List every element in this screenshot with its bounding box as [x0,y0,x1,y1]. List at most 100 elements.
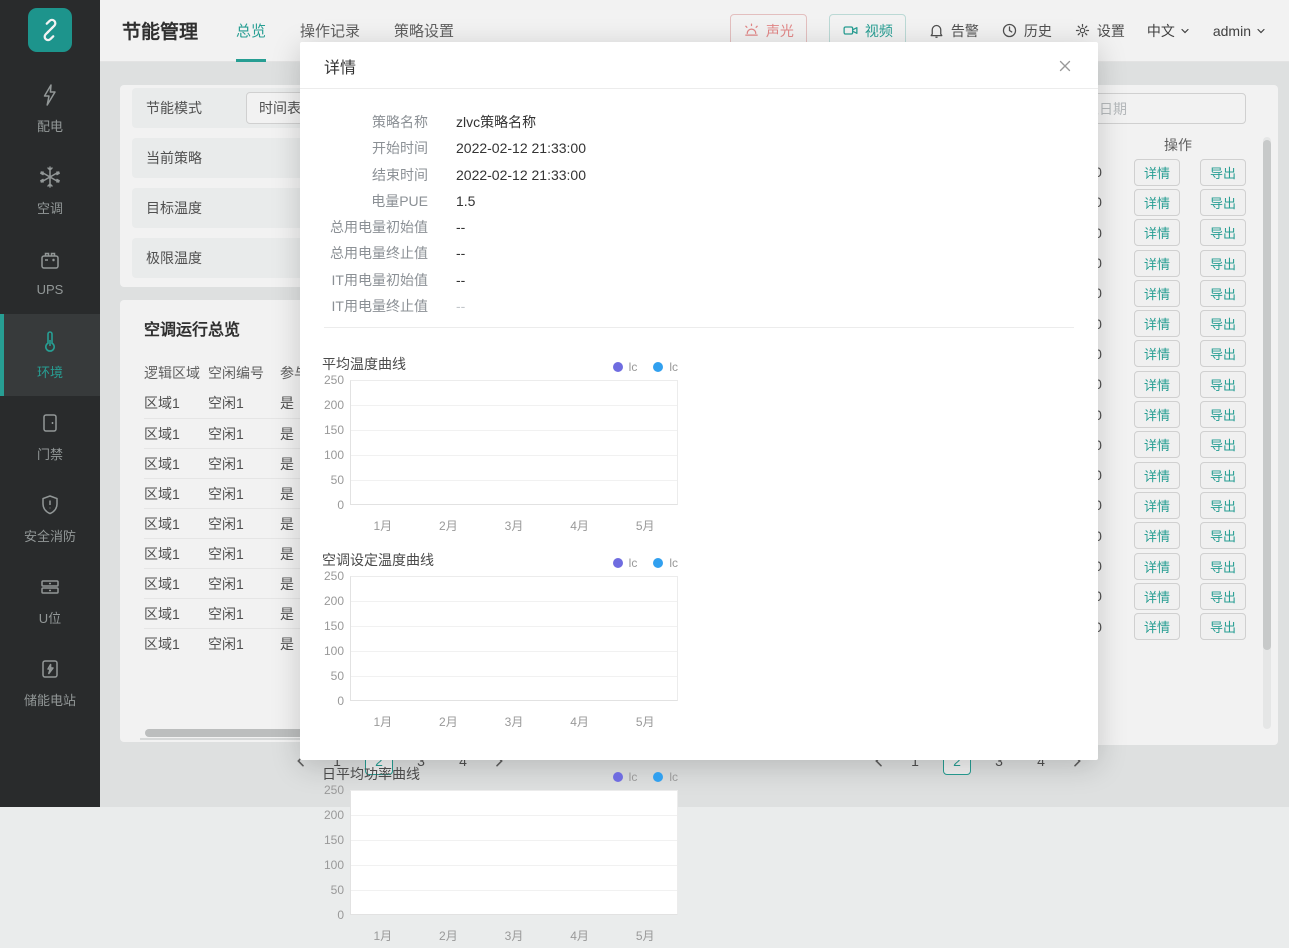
field-value: 1.5 [456,188,475,214]
modal-header: 详情 [300,42,1098,89]
plot-area [350,576,678,701]
gridline [351,627,677,652]
chart-legend: lc lc [613,556,678,570]
x-axis-tick: 5月 [612,713,678,730]
field-value: -- [456,240,465,266]
y-axis-tick: 150 [324,833,344,847]
legend-item[interactable]: lc [613,360,638,374]
y-axis-tick: 200 [324,398,344,412]
gridline [351,406,677,431]
gridline [351,577,677,602]
x-axis-tick: 1月 [350,517,416,534]
legend-label: lc [669,360,678,374]
gridline [351,456,677,481]
field-value: zlvc策略名称 [456,109,536,135]
gridline [351,816,677,841]
gridline [351,481,677,505]
gridline [351,841,677,866]
plot-area [350,380,678,505]
field-value: 2022-02-12 21:33:00 [456,135,586,161]
x-axis-tick: 2月 [416,927,482,944]
chart-legend: lc lc [613,360,678,374]
chart-title: 空调设定温度曲线 [322,550,434,570]
detail-field: 电量PUE 1.5 [324,188,1074,214]
x-axis-tick: 5月 [612,517,678,534]
legend-item[interactable]: lc [613,556,638,570]
x-axis-tick: 3月 [481,713,547,730]
legend-label: lc [629,556,638,570]
legend-item[interactable]: lc [653,360,678,374]
detail-fields: 策略名称 zlvc策略名称 开始时间 2022-02-12 21:33:00 结… [300,89,1098,319]
y-axis-tick: 200 [324,808,344,822]
y-axis-tick: 0 [337,694,344,708]
x-axis-tick: 4月 [547,927,613,944]
x-axis: 1月2月3月4月5月 [350,922,678,948]
x-axis-tick: 4月 [547,517,613,534]
x-axis-tick: 5月 [612,927,678,944]
y-axis-tick: 250 [324,373,344,387]
plot-area [350,790,678,915]
legend-label: lc [629,360,638,374]
legend-item[interactable]: lc [613,770,638,784]
chart-ac-set-temperature: 空调设定温度曲线 lc lc 250200150100500 [322,538,678,734]
details-modal: 详情 策略名称 zlvc策略名称 开始时间 2022-02-12 21:33:0… [300,42,1098,760]
legend-item[interactable]: lc [653,770,678,784]
y-axis-tick: 250 [324,783,344,797]
legend-label: lc [669,556,678,570]
chart-title: 日平均功率曲线 [322,764,420,784]
gridline [351,891,677,915]
detail-field: IT用电量终止值 -- [324,293,1074,319]
chart-title: 平均温度曲线 [322,354,406,374]
y-axis-tick: 0 [337,498,344,512]
close-icon[interactable] [1056,57,1074,75]
y-axis-tick: 100 [324,644,344,658]
field-value: 2022-02-12 21:33:00 [456,162,586,188]
field-label: 总用电量初始值 [324,214,428,240]
gridline [351,791,677,816]
gridline [351,652,677,677]
y-axis-tick: 150 [324,423,344,437]
field-label: 开始时间 [324,135,428,161]
detail-field: IT用电量初始值 -- [324,267,1074,293]
field-label: 总用电量终止值 [324,240,428,266]
detail-field: 总用电量初始值 -- [324,214,1074,240]
legend-dot-icon [613,558,623,568]
modal-title: 详情 [324,54,356,78]
legend-dot-icon [613,772,623,782]
detail-field: 结束时间 2022-02-12 21:33:00 [324,162,1074,188]
field-label: IT用电量初始值 [324,267,428,293]
detail-field: 开始时间 2022-02-12 21:33:00 [324,135,1074,161]
field-value: -- [456,293,465,319]
x-axis: 1月2月3月4月5月 [350,708,678,734]
x-axis-tick: 4月 [547,713,613,730]
field-label: 电量PUE [324,188,428,214]
gridline [351,866,677,891]
x-axis-tick: 1月 [350,927,416,944]
field-value: -- [456,214,465,240]
chart-average-temperature: 平均温度曲线 lc lc 250 200 150 100 50 0 [322,342,678,538]
charts-section: 平均温度曲线 lc lc 250 200 150 100 50 0 [300,328,1098,948]
y-axis-tick: 100 [324,448,344,462]
y-axis-tick: 250 [324,569,344,583]
y-axis-tick: 200 [324,594,344,608]
y-axis: 250 200 150 100 50 0 [322,373,350,512]
field-label: IT用电量终止值 [324,293,428,319]
x-axis: 1月2月3月4月5月 [350,512,678,538]
y-axis-tick: 150 [324,619,344,633]
legend-dot-icon [653,558,663,568]
y-axis-tick: 50 [331,883,344,897]
x-axis-tick: 1月 [350,713,416,730]
gridline [351,677,677,701]
y-axis: 250 200 150 100 50 0 [322,783,350,922]
x-axis-tick: 3月 [481,927,547,944]
y-axis-tick: 50 [331,473,344,487]
y-axis-tick: 0 [337,908,344,922]
field-label: 结束时间 [324,162,428,188]
legend-item[interactable]: lc [653,556,678,570]
legend-dot-icon [653,772,663,782]
gridline [351,602,677,627]
field-label: 策略名称 [324,109,428,135]
y-axis-tick: 100 [324,858,344,872]
chart-legend: lc lc [613,770,678,784]
chart-daily-average-power: 日平均功率曲线 lc lc 250 200 150 100 50 0 [322,752,678,948]
